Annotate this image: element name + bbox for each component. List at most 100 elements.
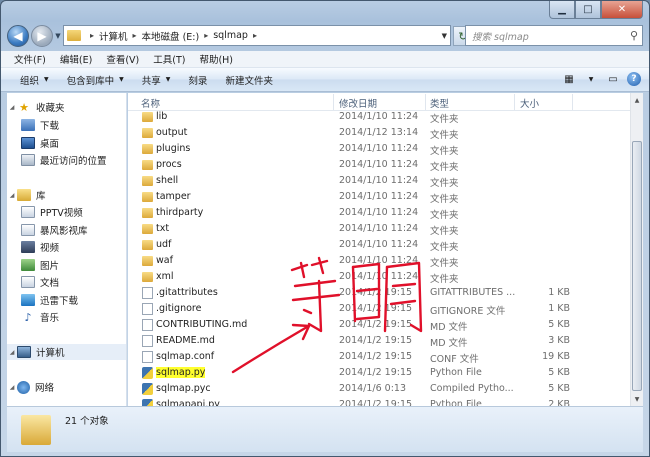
nav-pptv-label: PPTV视频 (40, 208, 83, 219)
file-row[interactable]: CONTRIBUTING.md 2014/1/2 19:15 MD 文件 5 KB (128, 317, 632, 333)
chevron-right-icon[interactable]: ▸ (253, 31, 257, 40)
file-type: 文件夹 (430, 114, 459, 125)
file-row[interactable]: xml 2014/1/10 11:24 文件夹 (128, 269, 632, 285)
file-name: tamper (156, 191, 191, 202)
expand-icon[interactable]: ◢ (7, 104, 17, 111)
file-row[interactable]: sqlmapapi.py 2014/1/2 19:15 Python File 2 K… (128, 397, 632, 406)
nav-xunlei[interactable]: 迅雷下载 (21, 292, 78, 308)
file-row[interactable]: udf 2014/1/10 11:24 文件夹 (128, 237, 632, 253)
file-row[interactable]: plugins 2014/1/10 11:24 文件夹 (128, 141, 632, 157)
new-folder-button[interactable]: 新建文件夹 (216, 73, 282, 87)
organize-button[interactable]: 组织 ▼ (11, 73, 58, 87)
file-type: 文件夹 (430, 194, 459, 205)
chevron-right-icon[interactable]: ▸ (204, 31, 208, 40)
file-type: GITIGNORE 文件 (430, 306, 506, 317)
nav-pictures[interactable]: 图片 (21, 257, 59, 273)
menu-help[interactable]: 帮助(H) (192, 52, 240, 66)
maximize-button[interactable]: □ (575, 1, 601, 19)
column-divider[interactable] (514, 94, 515, 110)
column-size[interactable]: 大小 (520, 96, 539, 110)
preview-pane-icon[interactable]: ▭ (605, 71, 621, 87)
search-icon[interactable]: ⚲ (630, 29, 638, 42)
breadcrumb-computer[interactable]: 计算机 (99, 29, 128, 43)
burn-button[interactable]: 刻录 (179, 73, 216, 87)
column-type[interactable]: 类型 (430, 96, 449, 110)
chevron-right-icon[interactable]: ▸ (133, 31, 137, 40)
nav-downloads[interactable]: 下载 (21, 117, 59, 133)
file-row[interactable]: lib 2014/1/10 11:24 文件夹 (128, 109, 632, 125)
nav-recent-places[interactable]: 最近访问的位置 (21, 152, 107, 168)
file-row[interactable]: .gitignore 2014/1/2 19:15 GITIGNORE 文件 1 KB (128, 301, 632, 317)
chevron-right-icon[interactable]: ▸ (90, 31, 94, 40)
nav-storm[interactable]: 暴风影视库 (21, 222, 88, 238)
folder-icon (142, 176, 153, 186)
minimize-button[interactable]: ▁ (549, 1, 575, 19)
file-row[interactable]: shell 2014/1/10 11:24 文件夹 (128, 173, 632, 189)
column-divider[interactable] (425, 94, 426, 110)
expand-icon[interactable]: ◢ (7, 384, 17, 391)
share-button[interactable]: 共享 ▼ (133, 73, 180, 87)
file-row[interactable]: waf 2014/1/10 11:24 文件夹 (128, 253, 632, 269)
nav-desktop[interactable]: 桌面 (21, 135, 59, 151)
scroll-thumb[interactable] (632, 141, 642, 391)
file-name: sqlmap.pyc (156, 383, 211, 394)
nav-favorites[interactable]: ◢ ★ 收藏夹 (7, 99, 65, 115)
close-button[interactable]: ✕ (601, 1, 643, 19)
address-history-dropdown[interactable]: ▼ (442, 32, 447, 40)
details-pane: 21 个对象 (7, 406, 643, 452)
file-date: 2014/1/10 11:24 (339, 239, 419, 250)
menu-edit[interactable]: 编辑(E) (53, 52, 99, 66)
recent-pages-dropdown[interactable]: ▼ (53, 32, 63, 40)
file-row[interactable]: sqlmap.pyc 2014/1/6 0:13 Compiled Pytho...… (128, 381, 632, 397)
file-row[interactable]: sqlmap.conf 2014/1/2 19:15 CONF 文件 19 KB (128, 349, 632, 365)
nav-network[interactable]: ◢ 网络 (7, 379, 54, 395)
file-row[interactable]: README.md 2014/1/2 19:15 MD 文件 3 KB (128, 333, 632, 349)
breadcrumb-drive-e[interactable]: 本地磁盘 (E:) (142, 29, 200, 43)
nav-pptv[interactable]: PPTV视频 (21, 204, 83, 220)
nav-libraries[interactable]: ◢ 库 (7, 187, 46, 203)
help-icon[interactable]: ? (627, 72, 641, 86)
file-row[interactable]: .gitattributes 2014/1/2 19:15 GITATTRIBUTE… (128, 285, 632, 301)
column-date[interactable]: 修改日期 (339, 96, 377, 110)
nav-computer[interactable]: ◢ 计算机 (7, 344, 126, 360)
vertical-scrollbar[interactable]: ▲ ▼ (630, 93, 643, 406)
file-row[interactable]: txt 2014/1/10 11:24 文件夹 (128, 221, 632, 237)
file-row[interactable]: tamper 2014/1/10 11:24 文件夹 (128, 189, 632, 205)
breadcrumb-sqlmap[interactable]: sqlmap (213, 30, 248, 41)
nav-music[interactable]: ♪ 音乐 (21, 309, 59, 325)
view-options-icon[interactable]: ▦ (561, 71, 577, 87)
nav-computer-label: 计算机 (36, 348, 65, 359)
folder-icon (142, 192, 153, 202)
menu-tools[interactable]: 工具(T) (146, 52, 192, 66)
music-icon: ♪ (24, 310, 32, 324)
file-date: 2014/1/10 11:24 (339, 143, 419, 154)
include-in-library-button[interactable]: 包含到库中 ▼ (58, 73, 133, 87)
expand-icon[interactable]: ◢ (7, 349, 17, 356)
chevron-down-icon[interactable]: ▼ (583, 71, 599, 87)
column-divider[interactable] (333, 94, 334, 110)
menu-file[interactable]: 文件(F) (7, 52, 53, 66)
nav-libraries-label: 库 (36, 191, 46, 202)
nav-pictures-label: 图片 (40, 261, 60, 272)
back-button[interactable]: ◀ (7, 25, 29, 47)
file-row[interactable]: sqlmap.py 2014/1/2 19:15 Python File 5 KB (128, 365, 632, 381)
folder-icon (142, 272, 153, 282)
file-row[interactable]: output 2014/1/12 13:14 文件夹 (128, 125, 632, 141)
search-box[interactable]: 搜索 sqlmap ⚲ (465, 25, 643, 46)
scroll-down-arrow[interactable]: ▼ (631, 392, 643, 406)
menu-view[interactable]: 查看(V) (99, 52, 146, 66)
forward-button[interactable]: ▶ (31, 25, 53, 47)
downloads-folder-icon (21, 119, 35, 131)
nav-network-label: 网络 (35, 383, 55, 394)
column-name[interactable]: 名称 (141, 96, 160, 110)
expand-icon[interactable]: ◢ (7, 192, 17, 199)
nav-documents[interactable]: 文档 (21, 274, 59, 290)
column-divider[interactable] (572, 94, 573, 110)
address-bar[interactable]: ▸ 计算机 ▸ 本地磁盘 (E:) ▸ sqlmap ▸ ▼ (63, 25, 451, 46)
file-row[interactable]: thirdparty 2014/1/10 11:24 文件夹 (128, 205, 632, 221)
file-row[interactable]: procs 2014/1/10 11:24 文件夹 (128, 157, 632, 173)
scroll-up-arrow[interactable]: ▲ (631, 93, 643, 107)
nav-videos[interactable]: 视频 (21, 239, 59, 255)
library-folder-icon (21, 206, 35, 218)
desktop-icon (21, 137, 35, 149)
